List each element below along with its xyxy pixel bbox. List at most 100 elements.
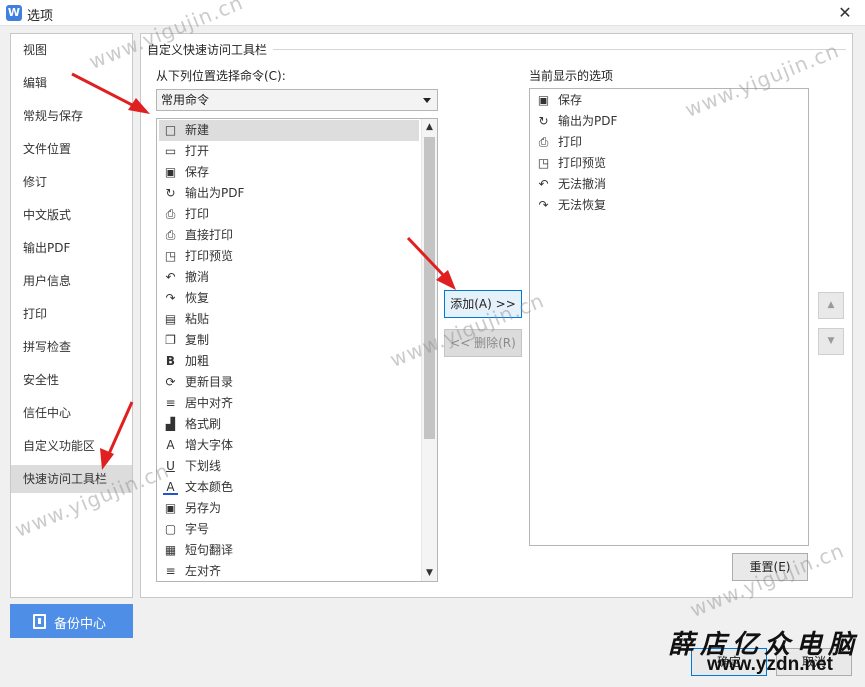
move-up-button[interactable]: ▲	[818, 292, 844, 319]
print-icon: ⎙	[538, 135, 549, 149]
update-toc-icon: ⟳	[165, 375, 176, 389]
quick-access-panel: 自定义快速访问工具栏 从下列位置选择命令(C): 常用命令 □ 新建 ▭ 打开 ▣ 保…	[140, 33, 853, 598]
wps-app-icon: W	[6, 5, 22, 21]
nav-item-view[interactable]: 视图	[11, 36, 132, 64]
text-color-icon: A	[163, 480, 178, 495]
list-item[interactable]: ↻ 输出为PDF	[532, 111, 792, 132]
move-up-icon: ▲	[827, 300, 835, 310]
list-item[interactable]: A 增大字体	[159, 435, 419, 456]
list-item[interactable]: ▟ 格式刷	[159, 414, 419, 435]
title-bar: W 选项 ✕	[0, 0, 865, 26]
nav-item-revision[interactable]: 修订	[11, 168, 132, 196]
nav-item-quick-access-toolbar[interactable]: 快速访问工具栏	[11, 465, 132, 493]
list-item[interactable]: ▣ 保存	[532, 90, 792, 111]
list-item[interactable]: ◳ 打印预览	[159, 246, 419, 267]
list-item[interactable]: ⎙ 直接打印	[159, 225, 419, 246]
redo-icon: ↷	[538, 198, 549, 212]
nav-item-customize-ribbon[interactable]: 自定义功能区	[11, 432, 132, 460]
nav-item-edit[interactable]: 编辑	[11, 69, 132, 97]
list-item[interactable]: ⎙ 打印	[532, 132, 792, 153]
close-button[interactable]: ✕	[833, 2, 857, 24]
current-items-label: 当前显示的选项	[529, 69, 614, 83]
nav-item-export-pdf[interactable]: 输出PDF	[11, 234, 132, 262]
list-item[interactable]: B 加粗	[159, 351, 419, 372]
scroll-thumb[interactable]	[424, 137, 435, 439]
command-source-dropdown[interactable]: 常用命令	[156, 89, 438, 111]
list-item[interactable]: ▭ 打开	[159, 141, 419, 162]
list-item[interactable]: ≡ 居中对齐	[159, 393, 419, 414]
print-icon: ⎙	[165, 207, 176, 221]
nav-item-file-location[interactable]: 文件位置	[11, 135, 132, 163]
scroll-up-icon[interactable]: ▲	[422, 119, 437, 135]
nav-item-chinese-layout[interactable]: 中文版式	[11, 201, 132, 229]
list-item[interactable]: A 文本颜色	[159, 477, 419, 498]
list-item[interactable]: □ 新建	[159, 120, 419, 141]
open-folder-icon: ▭	[164, 144, 177, 158]
current-toolbar-list[interactable]: ▣ 保存 ↻ 输出为PDF ⎙ 打印 ◳ 打印预览 ↶ 无法撤消 ↷ 无法恢复	[529, 88, 809, 546]
list-item[interactable]: ≡ 左对齐	[159, 561, 419, 581]
scroll-down-icon[interactable]: ▼	[422, 565, 437, 581]
list-item[interactable]: ▦ 短句翻译	[159, 540, 419, 561]
translate-icon: ▦	[164, 543, 177, 557]
list-item[interactable]: ▢ 字号	[159, 519, 419, 540]
increase-font-icon: A	[166, 438, 175, 452]
choose-commands-label: 从下列位置选择命令(C):	[156, 69, 286, 83]
underline-icon: U	[166, 459, 175, 473]
nav-item-user-info[interactable]: 用户信息	[11, 267, 132, 295]
redo-icon: ↷	[165, 291, 176, 305]
list-item[interactable]: ⎙ 打印	[159, 204, 419, 225]
list-item[interactable]: ⟳ 更新目录	[159, 372, 419, 393]
command-list-scrollbar[interactable]: ▲ ▼	[421, 119, 437, 581]
list-item[interactable]: ↶ 撤消	[159, 267, 419, 288]
section-divider	[273, 49, 846, 50]
dropdown-value: 常用命令	[161, 93, 210, 107]
align-left-icon: ≡	[165, 564, 176, 578]
list-item[interactable]: ❐ 复制	[159, 330, 419, 351]
save-icon: ▣	[537, 93, 550, 107]
list-item[interactable]: ↻ 输出为PDF	[159, 183, 419, 204]
nav-item-trust-center[interactable]: 信任中心	[11, 399, 132, 427]
format-painter-icon: ▟	[165, 417, 176, 431]
font-size-icon: ▢	[164, 522, 177, 536]
list-item[interactable]: ↷ 无法恢复	[532, 195, 792, 216]
list-item[interactable]: ▣ 另存为	[159, 498, 419, 519]
list-item[interactable]: ↷ 恢复	[159, 288, 419, 309]
list-item[interactable]: ◳ 打印预览	[532, 153, 792, 174]
new-doc-icon: □	[164, 123, 177, 137]
list-item[interactable]: ▣ 保存	[159, 162, 419, 183]
url-watermark: www.yzdn.net	[707, 654, 833, 675]
backup-center-button[interactable]: 备份中心	[10, 604, 133, 638]
move-down-icon: ▼	[827, 336, 835, 346]
paste-icon: ▤	[164, 312, 177, 326]
backup-center-label: 备份中心	[54, 617, 107, 632]
add-button[interactable]: 添加(A) >>	[444, 290, 522, 318]
window-title: 选项	[27, 9, 54, 24]
nav-item-general-save[interactable]: 常规与保存	[11, 102, 132, 130]
direct-print-icon: ⎙	[165, 228, 176, 242]
nav-item-print[interactable]: 打印	[11, 300, 132, 328]
reset-button[interactable]: 重置(E)	[732, 553, 808, 581]
nav-item-security[interactable]: 安全性	[11, 366, 132, 394]
list-item[interactable]: U 下划线	[159, 456, 419, 477]
align-center-icon: ≡	[165, 396, 176, 410]
print-preview-icon: ◳	[537, 156, 550, 170]
export-pdf-icon: ↻	[538, 114, 549, 128]
print-preview-icon: ◳	[164, 249, 177, 263]
dropdown-arrow-icon	[423, 98, 431, 103]
nav-item-spell-check[interactable]: 拼写检查	[11, 333, 132, 361]
undo-icon: ↶	[165, 270, 176, 284]
options-nav: 视图 编辑 常规与保存 文件位置 修订 中文版式 输出PDF 用户信息 打印 拼…	[10, 33, 133, 598]
move-down-button[interactable]: ▼	[818, 328, 844, 355]
section-title: 自定义快速访问工具栏	[147, 41, 272, 58]
command-list[interactable]: □ 新建 ▭ 打开 ▣ 保存 ↻ 输出为PDF ⎙ 打印 ⎙ 直接打印 ◳ 打印预览 ↶ 撤消 …	[156, 118, 438, 582]
save-as-icon: ▣	[164, 501, 177, 515]
save-icon: ▣	[164, 165, 177, 179]
remove-button[interactable]: << 删除(R)	[444, 329, 522, 357]
list-item[interactable]: ↶ 无法撤消	[532, 174, 792, 195]
list-item[interactable]: ▤ 粘贴	[159, 309, 419, 330]
export-pdf-icon: ↻	[165, 186, 176, 200]
undo-icon: ↶	[538, 177, 549, 191]
bold-icon: B	[165, 354, 176, 368]
backup-icon	[33, 614, 46, 629]
copy-icon: ❐	[165, 333, 176, 347]
